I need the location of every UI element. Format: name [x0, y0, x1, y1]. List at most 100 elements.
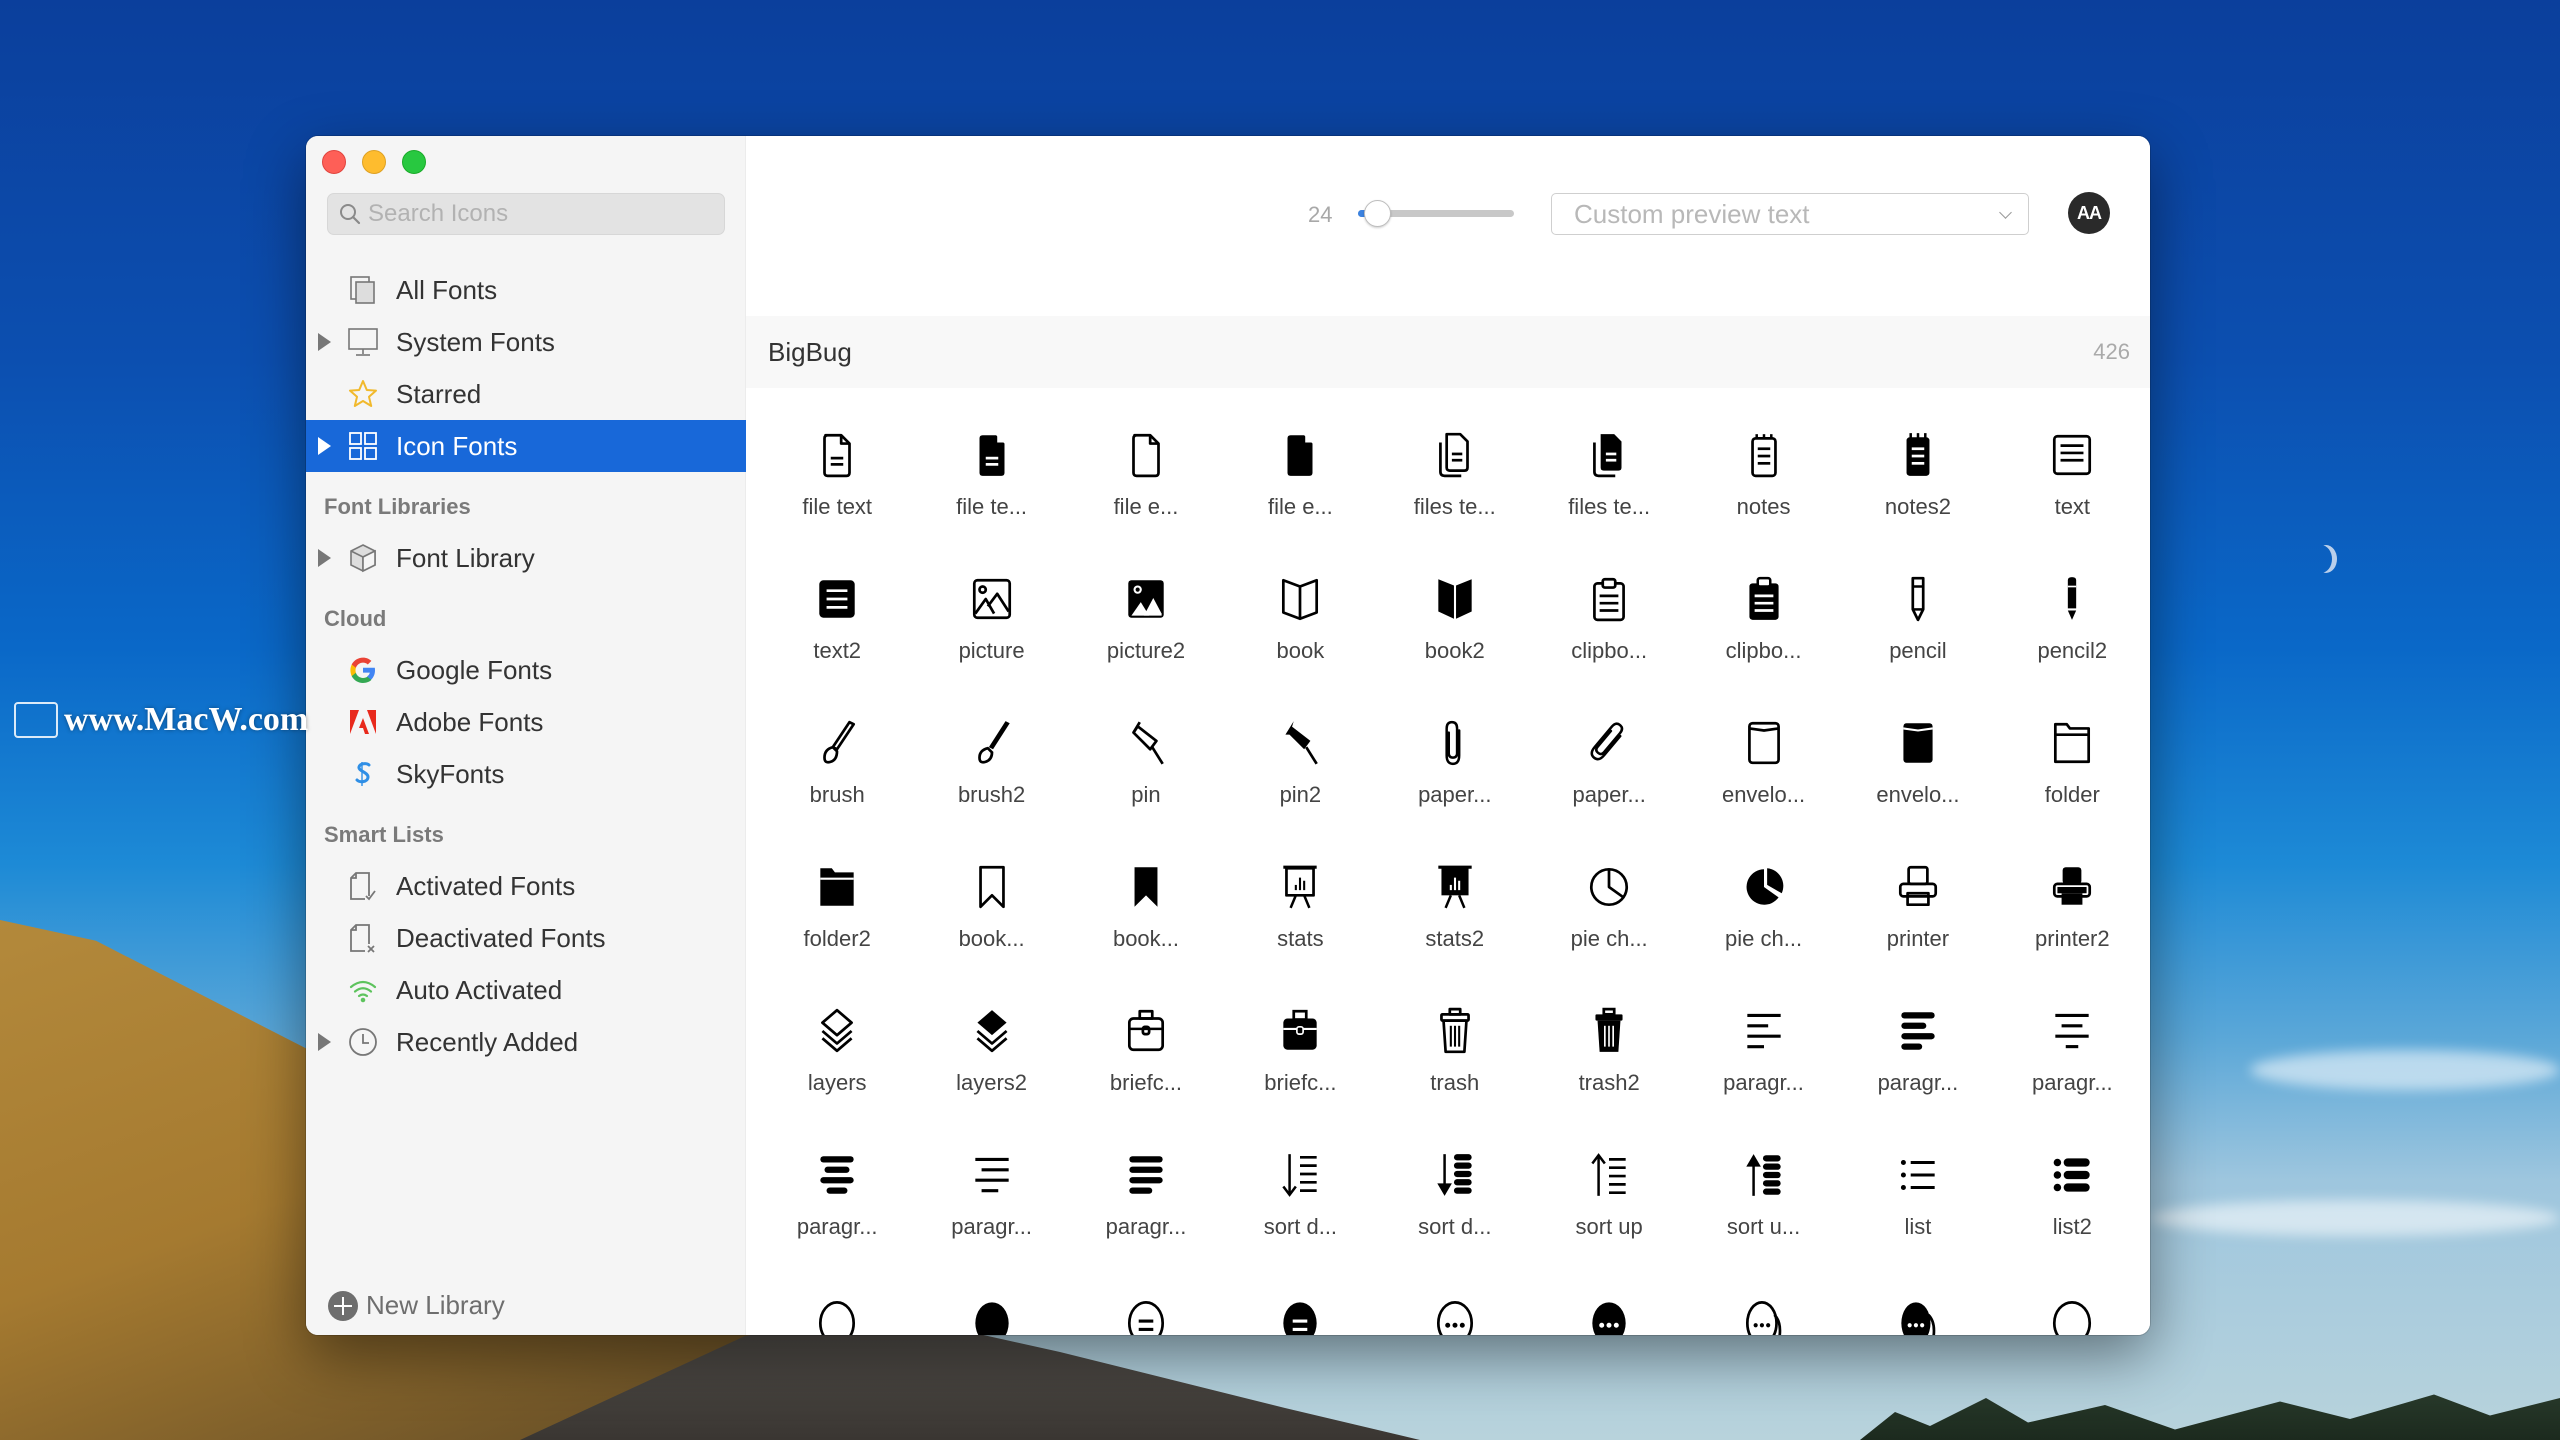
glyph-cell[interactable]: trash2 — [1532, 1000, 1686, 1144]
glyph-cell[interactable]: paragr... — [1069, 1144, 1223, 1288]
glyph-cell[interactable]: paragr... — [760, 1144, 914, 1288]
glyph-cell[interactable]: trash — [1378, 1000, 1532, 1144]
glyph-cell[interactable]: paragr... — [1841, 1000, 1995, 1144]
glyph-cell[interactable]: pin — [1069, 712, 1223, 856]
file-empty-solid-icon — [1273, 428, 1327, 482]
paragraph-center-icon — [2045, 1004, 2099, 1058]
glyph-cell[interactable]: brush — [760, 712, 914, 856]
glyph-cell[interactable]: text2 — [760, 568, 914, 712]
glyph-cell[interactable]: book... — [914, 856, 1068, 1000]
glyph-cell[interactable]: stats2 — [1378, 856, 1532, 1000]
glyph-cell[interactable]: layers — [760, 1000, 914, 1144]
search-field[interactable] — [327, 193, 725, 235]
sidebar-item-recently-added[interactable]: Recently Added — [306, 1016, 746, 1068]
sidebar-item-activated-fonts[interactable]: Activated Fonts — [306, 860, 746, 912]
glyph-cell[interactable]: paragr... — [1686, 1000, 1840, 1144]
glyph-cell[interactable] — [1995, 1288, 2149, 1335]
glyph-cell[interactable]: picture2 — [1069, 568, 1223, 712]
glyph-cell[interactable]: book2 — [1378, 568, 1532, 712]
minimize-button[interactable] — [362, 150, 386, 174]
glyph-cell[interactable]: paragr... — [914, 1144, 1068, 1288]
glyph-cell[interactable]: text — [1995, 424, 2149, 568]
text-size-button[interactable]: AA — [2068, 192, 2110, 234]
glyph-cell[interactable]: pie ch... — [1532, 856, 1686, 1000]
sidebar-item-starred[interactable]: Starred — [306, 368, 746, 420]
disclosure-triangle-icon[interactable] — [318, 437, 331, 455]
glyph-cell[interactable]: picture — [914, 568, 1068, 712]
glyph-cell[interactable]: envelo... — [1841, 712, 1995, 856]
glyph-cell[interactable]: file e... — [1223, 424, 1377, 568]
glyph-cell[interactable]: paper... — [1532, 712, 1686, 856]
glyph-cell[interactable]: paper... — [1378, 712, 1532, 856]
glyph-cell[interactable]: list — [1841, 1144, 1995, 1288]
grid-icon — [346, 429, 380, 463]
glyph-cell[interactable] — [1532, 1288, 1686, 1335]
glyph-cell[interactable]: briefc... — [1223, 1000, 1377, 1144]
glyph-cell[interactable]: sort d... — [1378, 1144, 1532, 1288]
glyph-cell[interactable]: pin2 — [1223, 712, 1377, 856]
close-button[interactable] — [322, 150, 346, 174]
glyph-name: pie ch... — [1570, 926, 1648, 951]
glyph-cell[interactable]: sort d... — [1223, 1144, 1377, 1288]
glyph-cell[interactable]: sort up — [1532, 1144, 1686, 1288]
glyph-cell[interactable]: folder2 — [760, 856, 914, 1000]
glyph-cell[interactable]: clipbo... — [1532, 568, 1686, 712]
sidebar-item-system-fonts[interactable]: System Fonts — [306, 316, 746, 368]
glyph-cell[interactable]: file text — [760, 424, 914, 568]
glyph-cell[interactable] — [760, 1288, 914, 1335]
sidebar-item-skyfonts[interactable]: SkyFonts — [306, 748, 746, 800]
glyph-cell[interactable]: notes — [1686, 424, 1840, 568]
preview-text-select[interactable]: Custom preview text — [1551, 193, 2029, 235]
sidebar-item-deactivated-fonts[interactable]: Deactivated Fonts — [306, 912, 746, 964]
size-value: 24 — [1308, 202, 1333, 227]
zoom-button[interactable] — [402, 150, 426, 174]
bubble-dots-icon — [1428, 1292, 1482, 1335]
glyph-cell[interactable]: book... — [1069, 856, 1223, 1000]
glyph-cell[interactable] — [1378, 1288, 1532, 1335]
sidebar-item-adobe-fonts[interactable]: Adobe Fonts — [306, 696, 746, 748]
disclosure-triangle-icon[interactable] — [318, 333, 331, 351]
glyph-cell[interactable]: pie ch... — [1686, 856, 1840, 1000]
disclosure-triangle-icon[interactable] — [318, 1033, 331, 1051]
sidebar-item-auto-activated[interactable]: Auto Activated — [306, 964, 746, 1016]
glyph-cell[interactable]: file te... — [914, 424, 1068, 568]
glyph-cell[interactable] — [1841, 1288, 1995, 1335]
glyph-cell[interactable]: file e... — [1069, 424, 1223, 568]
sidebar-item-all-fonts[interactable]: All Fonts — [306, 264, 746, 316]
glyph-cell[interactable]: brush2 — [914, 712, 1068, 856]
glyph-cell[interactable] — [914, 1288, 1068, 1335]
sidebar-item-icon-fonts[interactable]: Icon Fonts — [306, 420, 746, 472]
glyph-cell[interactable] — [1069, 1288, 1223, 1335]
glyph-cell[interactable]: files te... — [1532, 424, 1686, 568]
glyph-cell[interactable]: folder — [1995, 712, 2149, 856]
glyph-cell[interactable]: printer2 — [1995, 856, 2149, 1000]
size-slider[interactable] — [1358, 198, 1514, 228]
glyph-cell[interactable]: pencil2 — [1995, 568, 2149, 712]
monitor-icon — [346, 325, 380, 359]
sidebar-item-google-fonts[interactable]: Google Fonts — [306, 644, 746, 696]
disclosure-triangle-icon[interactable] — [318, 549, 331, 567]
glyph-cell[interactable]: paragr... — [1995, 1000, 2149, 1144]
glyph-cell[interactable]: notes2 — [1841, 424, 1995, 568]
glyph-cell[interactable]: printer — [1841, 856, 1995, 1000]
slider-thumb[interactable] — [1363, 200, 1391, 227]
glyph-cell[interactable]: files te... — [1378, 424, 1532, 568]
sidebar-item-font-library[interactable]: Font Library — [306, 532, 746, 584]
glyph-cell[interactable] — [1223, 1288, 1377, 1335]
glyph-cell[interactable]: stats — [1223, 856, 1377, 1000]
glyph-cell[interactable]: envelo... — [1686, 712, 1840, 856]
glyph-cell[interactable]: sort u... — [1686, 1144, 1840, 1288]
search-input[interactable] — [368, 200, 708, 228]
clipboard-solid-icon — [1737, 572, 1791, 626]
glyph-cell[interactable]: clipbo... — [1686, 568, 1840, 712]
new-library-button[interactable]: New Library — [328, 1290, 505, 1321]
file-text-solid-icon — [965, 428, 1019, 482]
book-icon — [1273, 572, 1327, 626]
glyph-cell[interactable]: book — [1223, 568, 1377, 712]
glyph-cell[interactable] — [1686, 1288, 1840, 1335]
glyph-cell[interactable]: pencil — [1841, 568, 1995, 712]
glyph-cell[interactable]: list2 — [1995, 1144, 2149, 1288]
glyph-name: pencil2 — [2037, 638, 2108, 663]
glyph-cell[interactable]: briefc... — [1069, 1000, 1223, 1144]
glyph-cell[interactable]: layers2 — [914, 1000, 1068, 1144]
